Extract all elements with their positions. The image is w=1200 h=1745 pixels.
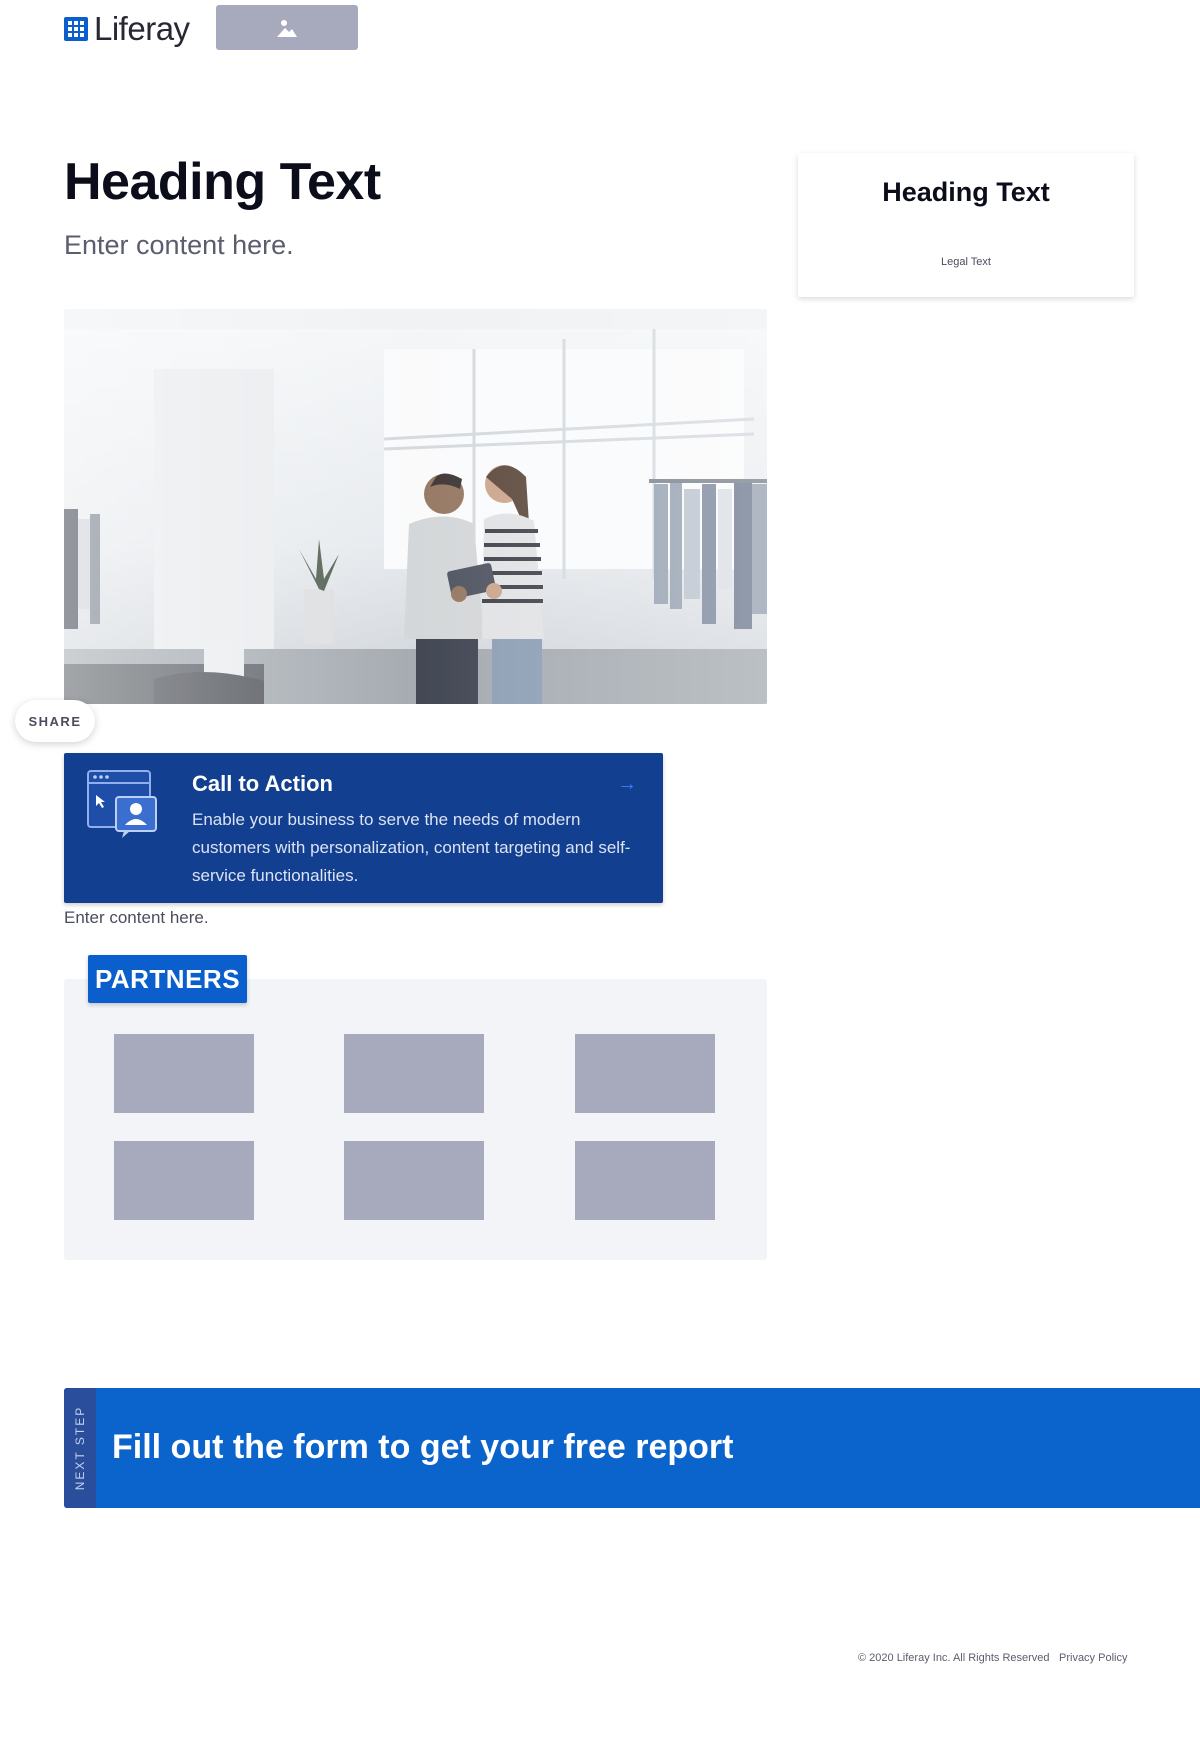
call-to-action-card[interactable]: Call to Action → Enable your business to… — [64, 753, 663, 903]
privacy-policy-link[interactable]: Privacy Policy — [1059, 1652, 1127, 1664]
header-image-placeholder — [216, 5, 358, 50]
next-step-banner[interactable]: NEXT STEP Fill out the form to get your … — [64, 1388, 1200, 1508]
footer-copyright: © 2020 Liferay Inc. All Rights Reserved — [858, 1652, 1050, 1664]
share-button[interactable]: SHARE — [15, 700, 95, 742]
cta-body: Enable your business to serve the needs … — [192, 810, 631, 885]
cta-title: Call to Action — [192, 771, 333, 796]
side-card-legal-text: Legal Text — [941, 256, 991, 268]
side-card: Heading Text Legal Text — [798, 153, 1134, 297]
partner-logo — [114, 1034, 254, 1113]
next-step-label: NEXT STEP — [73, 1405, 87, 1491]
next-step-title: Fill out the form to get your free repor… — [112, 1428, 734, 1466]
next-step-tab: NEXT STEP — [64, 1388, 96, 1508]
logo-text: Liferay — [94, 10, 190, 47]
site-header: Liferay — [0, 0, 1200, 70]
browser-user-icon — [87, 770, 157, 838]
partners-section — [64, 979, 767, 1260]
partner-logo — [575, 1034, 715, 1113]
partner-logo — [344, 1034, 484, 1113]
liferay-logo-icon — [64, 17, 88, 41]
image-placeholder-icon — [277, 19, 297, 37]
page-subtext: Enter content here. — [64, 230, 294, 260]
partner-logo — [575, 1141, 715, 1220]
content-text: Enter content here. — [64, 908, 209, 927]
partners-badge: PARTNERS — [88, 955, 247, 1003]
partner-logo — [344, 1141, 484, 1220]
side-card-heading: Heading Text — [882, 177, 1050, 207]
site-logo[interactable]: Liferay — [64, 12, 190, 46]
partner-logo — [114, 1141, 254, 1220]
page-heading: Heading Text — [64, 153, 381, 211]
hero-image — [64, 309, 767, 704]
arrow-right-icon[interactable]: → — [617, 771, 637, 797]
